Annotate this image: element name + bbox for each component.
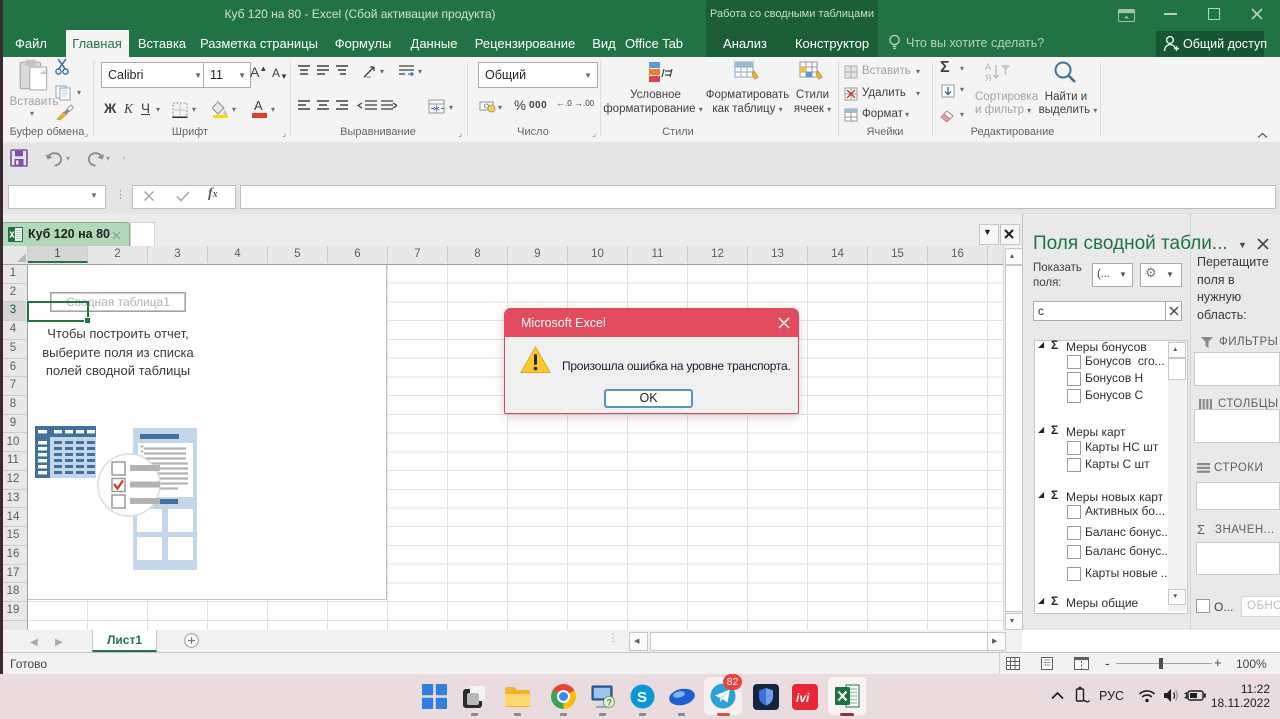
- svg-text:А: А: [985, 62, 991, 72]
- svg-text:?: ?: [607, 698, 613, 708]
- svg-text:Я: Я: [985, 73, 992, 83]
- svg-text:ivi: ivi: [796, 691, 810, 705]
- svg-text:S: S: [637, 689, 647, 706]
